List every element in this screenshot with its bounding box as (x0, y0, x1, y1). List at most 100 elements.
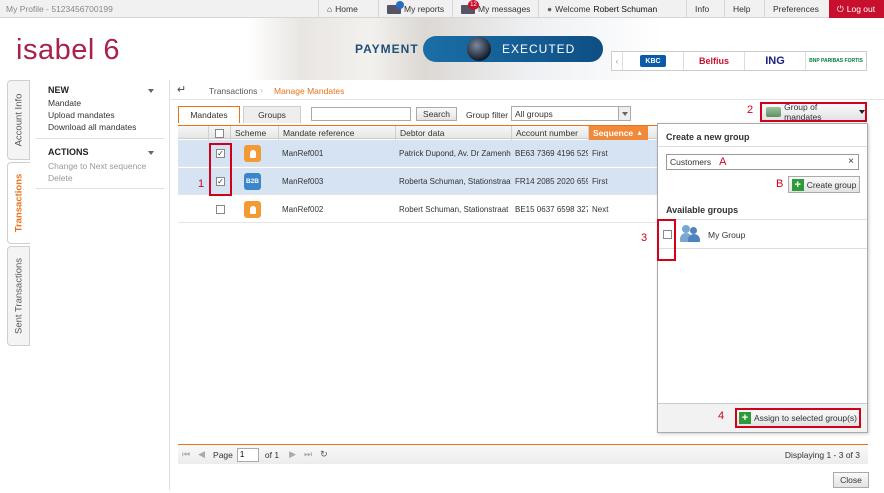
bank-logos-strip: ‹ KBC Belfius ING BNP PARIBAS FORTIS (611, 51, 867, 71)
group-of-mandates-dropdown: Create a new group Customers A × + Create… (657, 123, 868, 433)
new-group-name-input[interactable]: Customers A × (666, 154, 859, 170)
plus-icon: + (739, 412, 751, 424)
sequence-cell: Next (592, 205, 609, 214)
next-page-icon[interactable]: ▶ (289, 449, 296, 460)
breadcrumb-separator-icon: › (260, 85, 263, 95)
executed-label: EXECUTED (502, 42, 576, 56)
column-mandate-reference[interactable]: Mandate reference (278, 126, 395, 140)
annotation-a: A (719, 156, 727, 168)
mandate-ref-cell: ManRef003 (282, 177, 324, 186)
collapse-new-icon[interactable] (148, 89, 154, 93)
last-page-icon[interactable]: ⏭ (304, 449, 312, 460)
account-cell: FR14 2085 2020 6598 (515, 177, 588, 186)
annotation-3: 3 (641, 232, 648, 244)
page-number-input[interactable] (236, 447, 259, 462)
debtor-cell: Roberta Schuman, Stationstraat 1 (399, 177, 511, 186)
group-filter-label: Group filter (466, 110, 509, 120)
account-cell: BE63 7369 4196 5298 (515, 149, 588, 158)
divider (658, 146, 867, 147)
account-cell: BE15 0637 6598 3274 (515, 205, 588, 214)
group-filter-select[interactable]: All groups (511, 106, 631, 121)
reports-icon (387, 0, 404, 14)
new-mandate-link[interactable]: Mandate (48, 97, 81, 109)
preferences-link[interactable]: Preferences (764, 0, 827, 18)
clear-icon[interactable]: × (848, 156, 854, 167)
table-row[interactable]: ✓ ManRef001 Patrick Dupond, Av. Dr Zamen… (178, 140, 658, 167)
create-group-title: Create a new group (666, 132, 750, 142)
mandate-ref-cell: ManRef002 (282, 205, 324, 214)
my-reports-link[interactable]: My reports (378, 0, 452, 18)
tab-mandates[interactable]: Mandates (178, 106, 240, 123)
table-row[interactable]: ✓ B2B ManRef003 Roberta Schuman, Station… (178, 168, 658, 195)
column-account-number[interactable]: Account number (511, 126, 588, 140)
tab-transactions[interactable]: Transactions (7, 162, 30, 244)
chevron-down-icon (618, 107, 630, 120)
bank-logo-belfius: Belfius (683, 52, 744, 70)
delete-action[interactable]: Delete (48, 172, 73, 184)
dropdown-arrow-icon (859, 110, 865, 114)
app-header: isabel 6 PAYMENT EXECUTED ‹ KBC Belfius … (0, 18, 884, 80)
messages-icon: 12 (461, 0, 479, 14)
info-link[interactable]: Info (686, 0, 717, 18)
tab-account-info[interactable]: Account Info (7, 80, 30, 160)
prev-page-icon[interactable]: ◀ (198, 449, 205, 460)
top-bar: My Profile - 5123456700199 ⌂ Home My repo… (0, 0, 884, 18)
refresh-icon[interactable]: ↻ (320, 449, 328, 460)
close-button[interactable]: Close (833, 472, 869, 488)
create-group-button[interactable]: + Create group (788, 176, 860, 193)
messages-badge: 12 (468, 0, 479, 10)
user-icon: ● (547, 4, 553, 14)
column-debtor-data[interactable]: Debtor data (395, 126, 511, 140)
group-of-mandates-button[interactable]: Group of mandates (760, 102, 867, 122)
switch-knob-icon (467, 37, 491, 61)
tab-groups[interactable]: Groups (243, 106, 301, 123)
back-arrow-icon[interactable]: ↵ (177, 83, 186, 97)
actions-panel: NEW Mandate Upload mandates Download all… (30, 80, 170, 490)
annotation-4: 4 (718, 410, 725, 422)
my-messages-link[interactable]: 12 My messages (452, 0, 538, 18)
sort-asc-icon: ▲ (636, 129, 644, 137)
column-sequence[interactable]: Sequence ▲ (588, 126, 648, 140)
breadcrumb-transactions[interactable]: Transactions (209, 86, 257, 100)
select-all-checkbox[interactable] (215, 128, 224, 138)
debtor-cell: Robert Schuman, Stationstraat 15 (399, 205, 511, 214)
chevron-left-icon[interactable]: ‹ (612, 57, 622, 66)
annotation-2: 2 (747, 104, 754, 116)
upload-mandates-link[interactable]: Upload mandates (48, 109, 115, 121)
mandates-grid-header: Scheme Mandate reference Debtor data Acc… (178, 125, 658, 140)
annotation-box-1 (209, 143, 232, 196)
column-scheme[interactable]: Scheme (230, 126, 278, 140)
collapse-actions-icon[interactable] (148, 151, 154, 155)
core-scheme-icon (244, 145, 261, 162)
group-folder-icon (766, 107, 782, 117)
sequence-cell: First (592, 177, 608, 186)
home-link[interactable]: ⌂ Home (318, 0, 366, 18)
search-button[interactable]: Search (416, 107, 457, 121)
home-icon: ⌂ (327, 4, 333, 14)
new-section-title: NEW (48, 85, 69, 95)
actions-section-title: ACTIONS (48, 147, 89, 157)
row-checkbox[interactable] (216, 205, 225, 214)
sequence-cell: First (592, 149, 608, 158)
logout-button[interactable]: ⏻ Log out (829, 0, 884, 18)
my-profile-link[interactable]: My Profile - 5123456700199 (6, 4, 113, 14)
help-link[interactable]: Help (724, 0, 758, 18)
select-all-cell (208, 126, 230, 140)
assign-to-groups-button[interactable]: + Assign to selected group(s) (735, 408, 861, 428)
search-input[interactable] (311, 107, 411, 121)
group-name: My Group (708, 230, 746, 240)
group-people-icon (680, 225, 702, 243)
core-scheme-icon (244, 201, 261, 218)
group-list-item[interactable]: My Group (658, 219, 867, 249)
row-checkbox-cell (212, 196, 225, 223)
first-page-icon[interactable]: ⏮ (182, 449, 190, 460)
payment-label: PAYMENT (355, 42, 419, 56)
annotation-box-3 (657, 219, 676, 261)
b2b-scheme-icon: B2B (244, 173, 261, 190)
tab-sent-transactions[interactable]: Sent Transactions (7, 246, 30, 346)
change-to-next-sequence-action[interactable]: Change to Next sequence (48, 160, 146, 172)
power-icon: ⏻ (837, 3, 844, 14)
mandate-ref-cell: ManRef001 (282, 149, 324, 158)
download-all-mandates-link[interactable]: Download all mandates (48, 121, 136, 133)
table-row[interactable]: ManRef002 Robert Schuman, Stationstraat … (178, 196, 658, 223)
